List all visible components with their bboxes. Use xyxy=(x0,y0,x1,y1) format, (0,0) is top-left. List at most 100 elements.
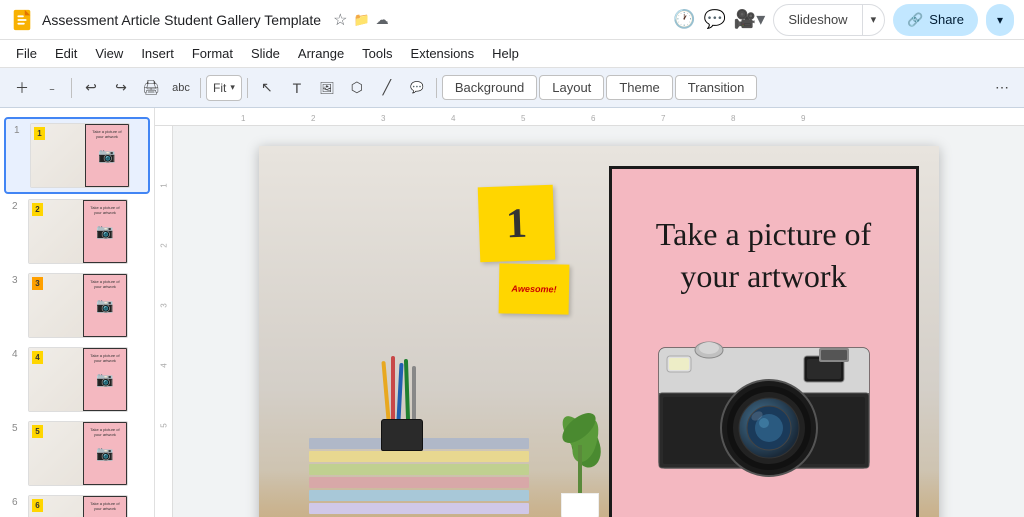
slide-thumb-4: 4 Take a picture of your artwork 📷 xyxy=(28,347,128,412)
cursor-tool[interactable]: ↖ xyxy=(253,74,281,102)
ruler-left-mark-4: 4 xyxy=(160,363,169,367)
slideshow-button: Slideshow ▾ xyxy=(773,4,885,36)
slide-thumb-3: 3 Take a picture of your artwork 📷 xyxy=(28,273,128,338)
share-button[interactable]: 🔗 Share xyxy=(893,4,978,36)
thumb-badge-1: 1 xyxy=(34,127,45,140)
zoom-out-button[interactable]: ﹣ xyxy=(38,74,66,102)
ruler-mark-7: 7 xyxy=(661,114,665,123)
slideshow-main[interactable]: Slideshow xyxy=(774,5,862,35)
thumb-text-5: Take a picture of your artwork xyxy=(86,427,124,437)
slide-thumb-5: 5 Take a picture of your artwork 📷 xyxy=(28,421,128,486)
sticky-awesome: Awesome! xyxy=(511,284,556,295)
ruler-mark-9: 9 xyxy=(801,114,805,123)
undo-button[interactable]: ↩ xyxy=(77,74,105,102)
image-tool[interactable]: 🖼 xyxy=(313,74,341,102)
thumb-camera-5: 📷 xyxy=(96,445,113,462)
slide-item-5[interactable]: 5 5 Take a picture of your artwork 📷 xyxy=(4,417,150,490)
transition-button[interactable]: Transition xyxy=(675,75,758,100)
thumb-badge-4: 4 xyxy=(32,351,43,364)
menu-file[interactable]: File xyxy=(8,42,45,65)
slide-num-2: 2 xyxy=(12,199,22,212)
app-logo xyxy=(10,8,34,32)
slide-panel: 1 1 Take a picture of your artwork 📷 2 xyxy=(0,108,155,517)
toolbar-separator-1 xyxy=(71,78,72,98)
thumb-camera-3: 📷 xyxy=(96,297,113,314)
slide-item-3[interactable]: 3 3 Take a picture of your artwork 📷 xyxy=(4,269,150,342)
ruler-mark-2: 2 xyxy=(311,114,315,123)
menu-help[interactable]: Help xyxy=(484,42,527,65)
slide-item-2[interactable]: 2 2 Take a picture of your artwork 📷 xyxy=(4,195,150,268)
slide-item-1[interactable]: 1 1 Take a picture of your artwork 📷 xyxy=(4,117,150,194)
slide-num-3: 3 xyxy=(12,273,22,286)
ruler-left-mark-3: 3 xyxy=(160,303,169,307)
thumb-text-1: Take a picture of your artwork xyxy=(88,129,126,139)
thumb-left-2: 2 xyxy=(29,200,83,263)
thumb-text-3: Take a picture of your artwork xyxy=(86,279,124,289)
spell-check-button[interactable]: abc xyxy=(167,74,195,102)
menu-slide[interactable]: Slide xyxy=(243,42,288,65)
slide-canvas[interactable]: 1 Awesome! xyxy=(259,146,939,517)
ruler-left-mark-5: 5 xyxy=(160,423,169,427)
line-tool[interactable]: ╱ xyxy=(373,74,401,102)
menu-tools[interactable]: Tools xyxy=(354,42,400,65)
background-button[interactable]: Background xyxy=(442,75,537,100)
main-area: 1 1 Take a picture of your artwork 📷 2 xyxy=(0,108,1024,517)
menu-bar: File Edit View Insert Format Slide Arran… xyxy=(0,40,1024,68)
slide-item-4[interactable]: 4 4 Take a picture of your artwork 📷 xyxy=(4,343,150,416)
history-icon[interactable]: 🕐 xyxy=(673,9,695,30)
menu-arrange[interactable]: Arrange xyxy=(290,42,352,65)
folder-icon[interactable]: 📁 xyxy=(353,12,369,28)
redo-button[interactable]: ↪ xyxy=(107,74,135,102)
ruler-mark-5: 5 xyxy=(521,114,525,123)
comment-icon[interactable]: 💬 xyxy=(703,9,725,30)
star-icon[interactable]: ☆ xyxy=(333,10,347,30)
toolbar-separator-2 xyxy=(200,78,201,98)
menu-extensions[interactable]: Extensions xyxy=(403,42,483,65)
thumb-right-6: Take a picture of your artwork 📷 xyxy=(83,496,127,517)
thumb-text-6: Take a picture of your artwork xyxy=(86,501,124,511)
zoom-dropdown-icon: ▾ xyxy=(230,82,235,93)
ruler-top: 1 2 3 4 5 6 7 8 9 xyxy=(155,108,1024,126)
layout-button[interactable]: Layout xyxy=(539,75,604,100)
header-actions: 🕐 💬 🎥▾ Slideshow ▾ 🔗 Share ▾ xyxy=(673,4,1014,36)
thumb-left-6: 6 xyxy=(29,496,83,517)
canvas-area: 1 2 3 4 5 6 7 8 9 1 2 3 4 5 xyxy=(155,108,1024,517)
pencil-holder xyxy=(379,371,429,451)
ruler-left-mark-1: 1 xyxy=(160,183,169,187)
pink-card: Take a picture of your artwork xyxy=(609,166,919,517)
thumb-right-1: Take a picture of your artwork 📷 xyxy=(85,124,129,187)
thumb-left-3: 3 xyxy=(29,274,83,337)
sticky-num: 1 xyxy=(505,199,528,248)
more-options-button[interactable]: ⋯ xyxy=(988,74,1016,102)
thumb-camera-1: 📷 xyxy=(98,147,115,164)
ruler-left-mark-2: 2 xyxy=(160,243,169,247)
menu-edit[interactable]: Edit xyxy=(47,42,85,65)
slideshow-dropdown[interactable]: ▾ xyxy=(863,5,885,35)
thumb-right-3: Take a picture of your artwork 📷 xyxy=(83,274,127,337)
camera-svg xyxy=(649,318,879,478)
share-icon: 🔗 xyxy=(907,12,923,28)
thumb-camera-4: 📷 xyxy=(96,371,113,388)
slide-thumb-2: 2 Take a picture of your artwork 📷 xyxy=(28,199,128,264)
menu-view[interactable]: View xyxy=(87,42,131,65)
slide-thumb-6: 6 Take a picture of your artwork 📷 xyxy=(28,495,128,517)
share-more-button[interactable]: ▾ xyxy=(986,4,1014,36)
slide-num-1: 1 xyxy=(14,123,24,136)
zoom-in-button[interactable]: ＋ xyxy=(8,74,36,102)
print-button[interactable]: 🖨 xyxy=(137,74,165,102)
sticky-note-1: 1 xyxy=(477,185,555,263)
slide-item-6[interactable]: 6 6 Take a picture of your artwork 📷 xyxy=(4,491,150,517)
text-tool[interactable]: T xyxy=(283,74,311,102)
zoom-control[interactable]: Fit ▾ xyxy=(206,75,242,101)
toolbar: ＋ ﹣ ↩ ↪ 🖨 abc Fit ▾ ↖ T 🖼 ⬡ ╱ 💬 Backgrou… xyxy=(0,68,1024,108)
theme-button[interactable]: Theme xyxy=(606,75,672,100)
menu-format[interactable]: Format xyxy=(184,42,241,65)
shape-tool[interactable]: ⬡ xyxy=(343,74,371,102)
video-icon[interactable]: 🎥▾ xyxy=(734,9,765,30)
cloud-icon[interactable]: ☁ xyxy=(376,12,389,28)
ruler-mark-6: 6 xyxy=(591,114,595,123)
ruler-mark-1: 1 xyxy=(241,114,245,123)
ruler-mark-3: 3 xyxy=(381,114,385,123)
comment-tool[interactable]: 💬 xyxy=(403,74,431,102)
menu-insert[interactable]: Insert xyxy=(133,42,182,65)
